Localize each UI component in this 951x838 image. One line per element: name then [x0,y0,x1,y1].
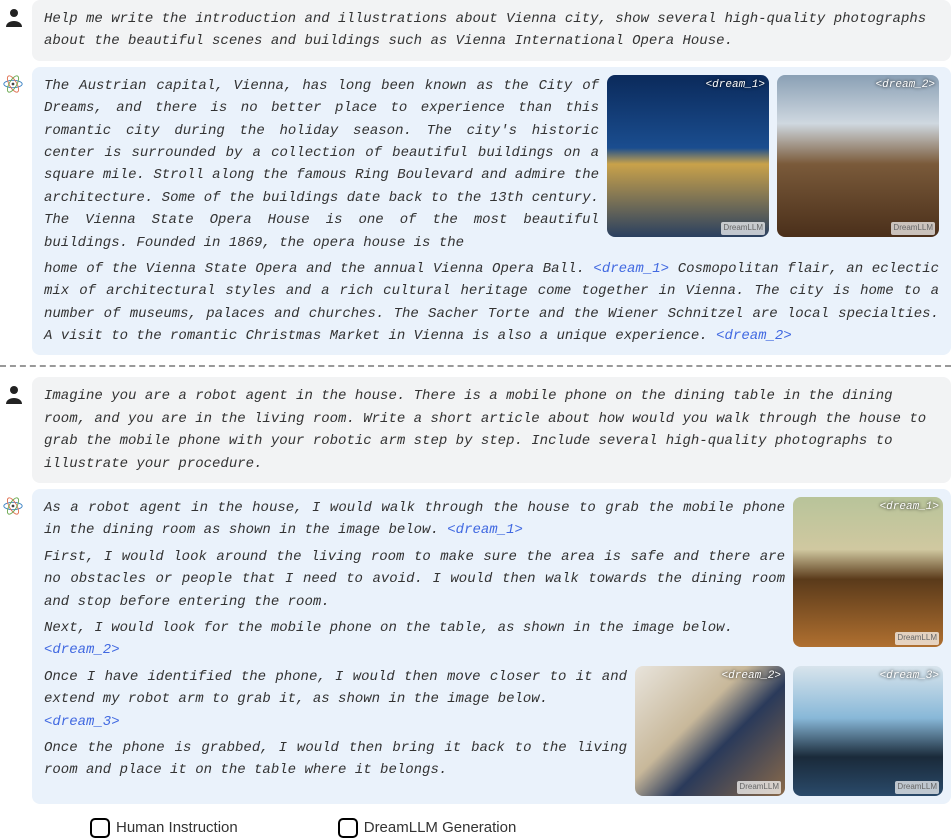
atom-icon [2,495,24,517]
conversation-turn-human-1: Help me write the introduction and illus… [0,0,951,61]
atom-icon [2,73,24,95]
text-span: home of the Vienna State Opera and the a… [44,261,593,277]
legend-box-icon [338,818,358,838]
model-response-2: As a robot agent in the house, I would w… [32,489,951,804]
generated-image-dream3: <dream_3> DreamLLM [793,666,943,796]
model-p5: Once the phone is grabbed, I would then … [44,737,627,782]
text-span: As a robot agent in the house, I would w… [44,500,785,538]
conversation-turn-human-2: Imagine you are a robot agent in the hou… [0,377,951,483]
model-avatar [2,73,26,100]
text-span: Once I have identified the phone, I woul… [44,669,627,707]
generated-image-dream1: <dream_1> DreamLLM [607,75,769,237]
generated-image-dream2: <dream_2> DreamLLM [777,75,939,237]
generated-image-dream1: <dream_1> DreamLLM [793,497,943,647]
legend-box-icon [90,818,110,838]
model-p2: First, I would look around the living ro… [44,546,785,613]
legend-item-human: Human Instruction [90,818,238,838]
human-avatar [2,383,26,412]
dream-ref-2: <dream_2> [44,642,120,658]
watermark: DreamLLM [891,222,935,235]
person-icon [2,383,26,407]
image-label: <dream_3> [880,668,939,686]
dream-ref-1: <dream_1> [593,261,669,277]
generated-image-dream2: <dream_2> DreamLLM [635,666,785,796]
image-label: <dream_1> [706,77,765,95]
human-avatar [2,6,26,35]
image-label: <dream_2> [876,77,935,95]
watermark: DreamLLM [895,632,939,645]
person-icon [2,6,26,30]
model-p3: Next, I would look for the mobile phone … [44,617,785,662]
image-label: <dream_2> [722,668,781,686]
generated-images-row-1: <dream_1> DreamLLM <dream_2> DreamLLM [607,75,939,254]
dream-ref-2: <dream_2> [716,328,792,344]
watermark: DreamLLM [895,781,939,794]
model-p4: Once I have identified the phone, I woul… [44,666,627,733]
image-label: <dream_1> [880,499,939,517]
dream-ref-1: <dream_1> [447,522,523,538]
model-p1: As a robot agent in the house, I would w… [44,497,785,542]
human-prompt-1: Help me write the introduction and illus… [32,0,951,61]
model-text-bottom: home of the Vienna State Opera and the a… [44,258,939,348]
model-text-top: The Austrian capital, Vienna, has long b… [44,75,599,254]
legend-item-model: DreamLLM Generation [338,818,517,838]
model-avatar [2,495,26,522]
human-prompt-2: Imagine you are a robot agent in the hou… [32,377,951,483]
divider [0,365,951,367]
conversation-turn-model-1: The Austrian capital, Vienna, has long b… [0,67,951,356]
text-span: Next, I would look for the mobile phone … [44,620,733,636]
model-response-1: The Austrian capital, Vienna, has long b… [32,67,951,356]
watermark: DreamLLM [737,781,781,794]
watermark: DreamLLM [721,222,765,235]
dream-ref-3: <dream_3> [44,714,120,730]
conversation-turn-model-2: As a robot agent in the house, I would w… [0,489,951,804]
